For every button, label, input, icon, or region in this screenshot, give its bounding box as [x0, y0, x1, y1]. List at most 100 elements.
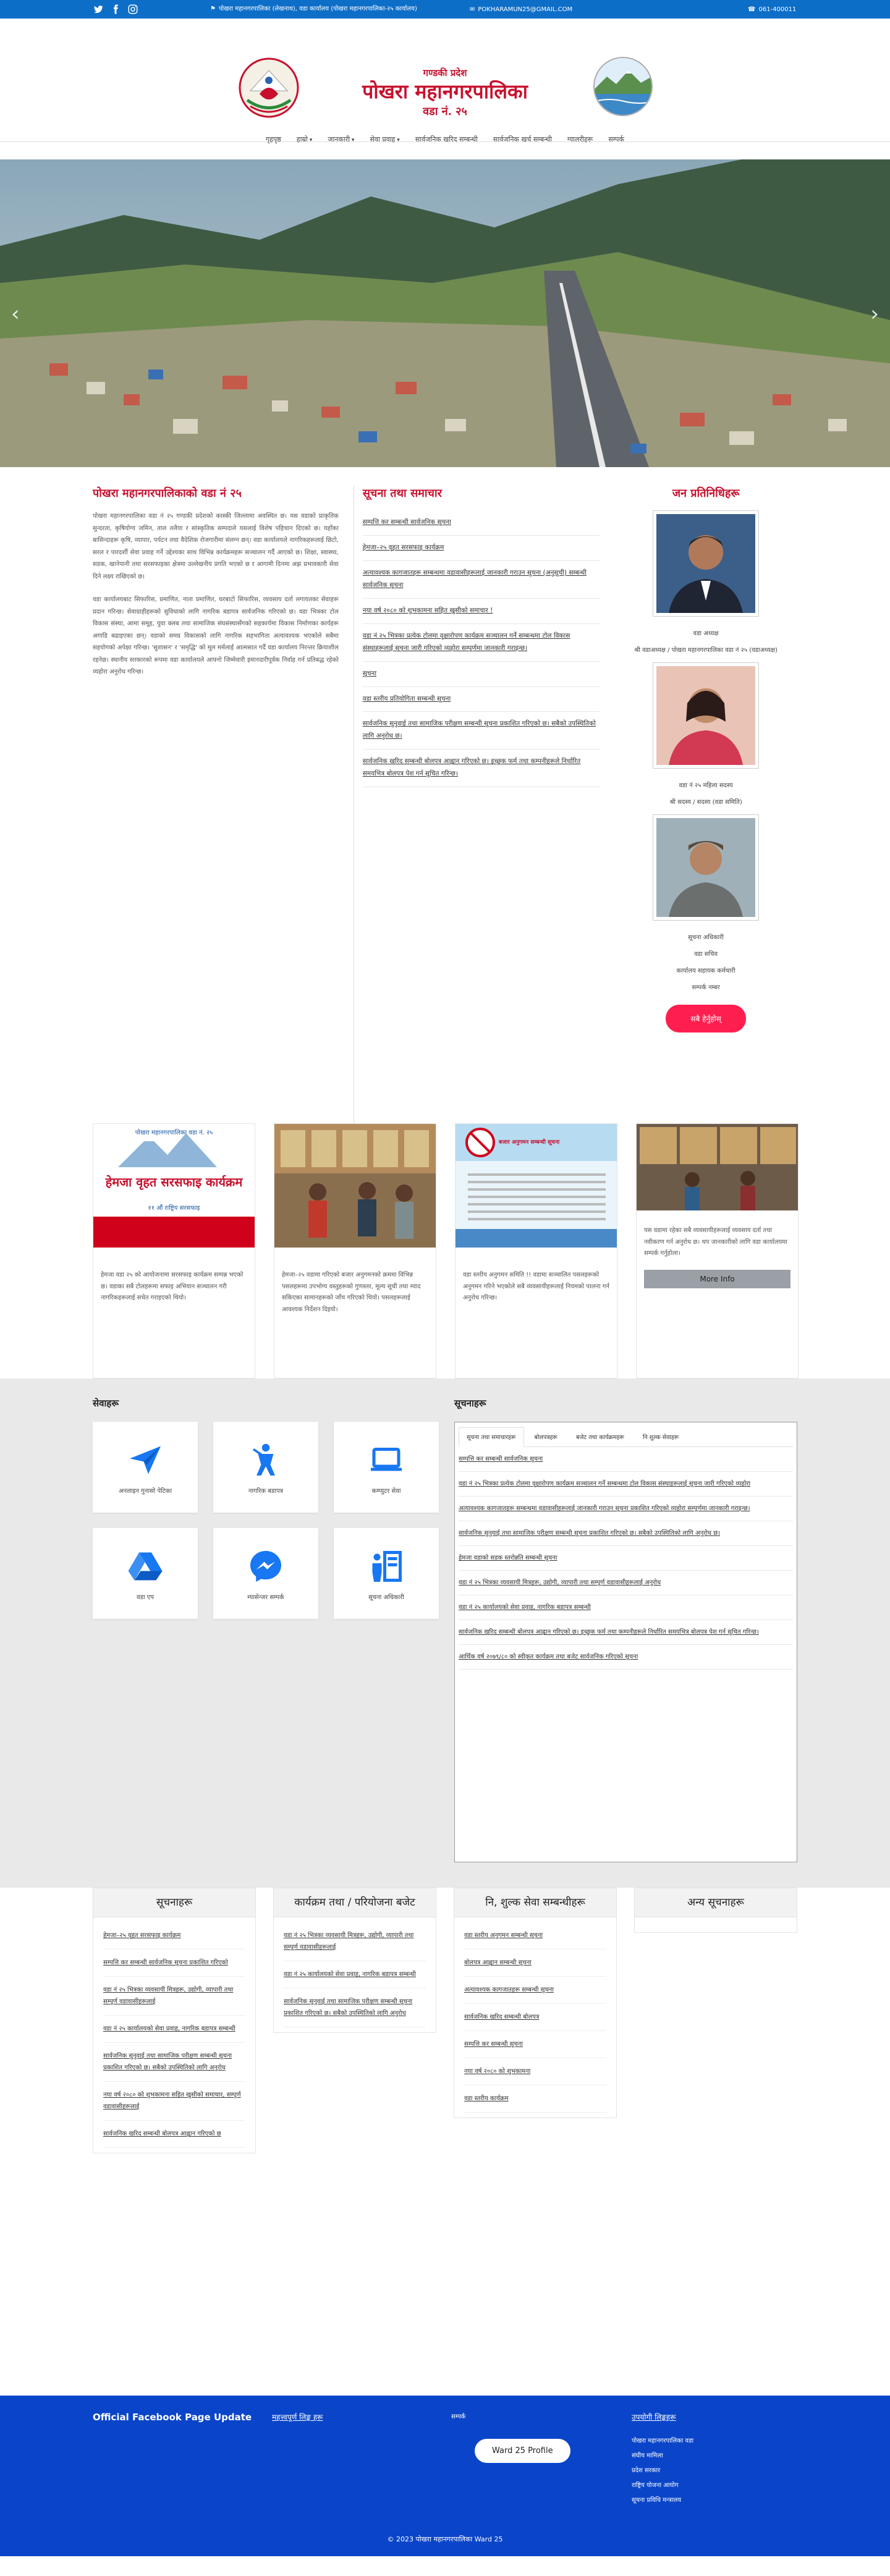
- nav-procurement[interactable]: सार्वजनिक खरिद सम्बन्धी: [415, 135, 478, 144]
- email[interactable]: ✉ POKHARAMUN25@GMAIL.COM: [470, 6, 748, 13]
- notice-item[interactable]: हेमजा–२५ वृहत सरसफाइ कार्यक्रम: [362, 536, 600, 561]
- nav-services[interactable]: सेवा प्रवाह: [370, 135, 399, 144]
- list-item[interactable]: सम्पत्ति कर सम्बन्धी सार्वजनिक सूचना प्र…: [103, 1949, 245, 1977]
- list-column-other: अन्य सूचनाहरू: [634, 1888, 797, 1933]
- list-item[interactable]: वडा स्तरीय अनुगमन सम्बन्धी सूचना: [464, 1922, 606, 1950]
- important-links-title[interactable]: महत्त्वपूर्ण लिङ्क हरू: [272, 2412, 323, 2422]
- nav-expenses[interactable]: सार्वजनिक खर्च सम्बन्धी: [493, 135, 552, 144]
- list-column-projects: कार्यक्रम तथा / परियोजना बजेट वडा नं २५ …: [273, 1888, 436, 2033]
- card-text: यस वडामा रहेका सबै व्यवसायीहरूलाई व्यवसा…: [644, 1227, 787, 1257]
- nepal-emblem-logo[interactable]: [238, 57, 300, 119]
- list-item[interactable]: सार्वजनिक खरिद सम्बन्धी बोलपत्र आह्वान ग…: [103, 2121, 245, 2148]
- tab-list-item[interactable]: वडा नं २५ भित्रका व्यवसायी मित्रहरू, उद्…: [459, 1571, 793, 1595]
- ward-profile-button[interactable]: Ward 25 Profile: [475, 2439, 570, 2463]
- tab-list-item[interactable]: आर्थिक वर्ष २०७९/८० को स्वीकृत कार्यक्रम…: [459, 1645, 793, 1670]
- about-column: पोखरा महानगरपालिकाको वडा नं २५ पोखरा महा…: [93, 486, 339, 1123]
- list-item[interactable]: नया वर्ष २०८० को शुभकामना सहित खुसीको सम…: [103, 2082, 245, 2121]
- footer-link[interactable]: पोखरा महानगरपालिका वडा: [632, 2436, 693, 2444]
- paper-plane-icon: [127, 1442, 164, 1479]
- notice-item[interactable]: वडा नं २५ भित्रका प्रत्येक टोलमा वृक्षार…: [362, 624, 600, 662]
- carousel-prev-icon[interactable]: ‹: [11, 302, 20, 326]
- phone[interactable]: ☎ 061-400011: [748, 6, 797, 13]
- tab-free-services[interactable]: नि शुल्क सेवाहरू: [635, 1427, 687, 1446]
- footer-link[interactable]: राष्ट्रिय योजना आयोग: [632, 2480, 693, 2489]
- facebook-icon[interactable]: [110, 4, 121, 15]
- card-text: हेमजा वडा २५ को आयोजनामा सरसफाइ कार्यक्र…: [101, 1272, 244, 1301]
- news-card[interactable]: बजार अनुगमन सम्बन्धी सूचना वडा स्तरीय अन…: [455, 1123, 617, 1379]
- list-item[interactable]: बोलपत्र आह्वान सम्बन्धी सूचना: [464, 1949, 606, 1977]
- service-info-officer[interactable]: सूचना अधिकारी: [334, 1528, 439, 1619]
- view-all-staff-button[interactable]: सबै हेर्नुहोस्: [666, 1005, 746, 1033]
- list-item[interactable]: वडा नं २५ भित्रका व्यवसायी मित्रहरू, उद्…: [103, 1977, 245, 2016]
- list-item[interactable]: वडा नं २५ कार्यालयको सेवा प्रवाह, नागरिक…: [103, 2016, 245, 2043]
- notice-item[interactable]: सार्वजनिक खरिद सम्बन्धी बोलपत्र आह्वान ग…: [362, 750, 600, 788]
- nav-gallery[interactable]: ग्यालरीहरू: [567, 135, 593, 144]
- category-lists: सूचनाहरू हेमजा–२५ वृहत सरसफाइ कार्यक्रम …: [0, 1888, 890, 2396]
- twitter-icon[interactable]: [93, 4, 104, 15]
- service-charter[interactable]: नागरिक बडापत्र: [213, 1422, 318, 1513]
- list-item[interactable]: सार्वजनिक सुनुवाई तथा सामाजिक परीक्षण सम…: [284, 1988, 426, 2028]
- list-column-title: कार्यक्रम तथा / परियोजना बजेट: [274, 1888, 436, 1918]
- poster-image: पोखरा महानगरपालिका वडा नं. २५ हेमजा वृहत…: [93, 1124, 255, 1248]
- top-bar: ⚑ पोखरा महानगरपालिका (लेखनाथ), वडा कार्या…: [0, 0, 890, 19]
- service-messenger[interactable]: म्यासेन्जर सम्पर्क: [213, 1528, 318, 1619]
- notices-tabs-section: सूचनाहरू सूचना तथा समाचारहरू बोलपत्रहरू …: [454, 1397, 797, 1869]
- list-column-notices: सूचनाहरू हेमजा–२५ वृहत सरसफाइ कार्यक्रम …: [93, 1888, 256, 2154]
- tab-list-item[interactable]: हेमजा वडाको सडक स्तरोन्नति सम्बन्धी सूचन…: [459, 1546, 793, 1571]
- footer-link[interactable]: संघीय मामिला: [632, 2451, 693, 2459]
- tab-tenders[interactable]: बोलपत्रहरू: [527, 1427, 566, 1446]
- notice-poster: बजार अनुगमन सम्बन्धी सूचना: [456, 1124, 617, 1248]
- news-card[interactable]: यस वडामा रहेका सबै व्यवसायीहरूलाई व्यवसा…: [636, 1123, 799, 1379]
- brand-title: गण्डकी प्रदेश पोखरा महानगरपालिका वडा नं.…: [337, 67, 553, 119]
- notice-item[interactable]: अत्यावश्यक कागजातहरू सम्बन्धमा वडावासीहर…: [362, 561, 600, 599]
- tab-news[interactable]: सूचना तथा समाचारहरू: [459, 1427, 524, 1447]
- notice-item[interactable]: सम्पत्ति कर सम्बन्धी सार्वजनिक सूचना: [362, 510, 600, 536]
- service-app[interactable]: वडा एप: [93, 1528, 198, 1619]
- notice-item[interactable]: सूचना: [362, 662, 600, 687]
- tab-list-item[interactable]: अत्यावश्यक कागजातहरू सम्बन्धमा वडावासीहर…: [459, 1497, 793, 1521]
- notices-column: सूचना तथा समाचार सम्पत्ति कर सम्बन्धी सा…: [353, 486, 600, 1123]
- list-item[interactable]: नया वर्ष २०८० को शुभकामना: [464, 2058, 606, 2086]
- list-item[interactable]: वडा स्तरीय कार्यक्रम: [464, 2085, 606, 2113]
- list-item[interactable]: वडा नं २५ कार्यालयको सेवा प्रवाह, नागरिक…: [284, 1961, 426, 1989]
- news-card[interactable]: हेमजा–२५ वडामा गरिएको बजार अनुगमनको क्रम…: [274, 1123, 436, 1379]
- staff-photo: [653, 662, 760, 769]
- notice-item[interactable]: नया वर्ष २०८० को शुभकामना सहित खुसीको सम…: [362, 599, 600, 624]
- notice-item[interactable]: सार्वजनिक सुनुवाई तथा सामाजिक परीक्षण सम…: [362, 712, 600, 750]
- tab-panel: सूचना तथा समाचारहरू बोलपत्रहरू बजेट तथा …: [454, 1422, 797, 1862]
- notice-item[interactable]: वडा स्तरीय प्रतियोगिता सम्बन्धी सूचना: [362, 687, 600, 712]
- list-item[interactable]: सार्वजनिक सुनुवाई तथा सामाजिक परीक्षण सम…: [103, 2043, 245, 2082]
- tab-list-item[interactable]: सार्वजनिक खरिद सम्बन्धी बोलपत्र आह्वान ग…: [459, 1620, 793, 1645]
- service-complaint[interactable]: अनलाइन गुनासो पेटिका: [93, 1422, 198, 1513]
- nav-contact[interactable]: सम्पर्क: [608, 135, 624, 144]
- news-card[interactable]: पोखरा महानगरपालिका वडा नं. २५ हेमजा वृहत…: [93, 1123, 255, 1379]
- tab-budget[interactable]: बजेट तथा कार्यक्रमहरू: [568, 1427, 632, 1446]
- poster-org: पोखरा महानगरपालिका वडा नं. २५: [135, 1130, 213, 1136]
- staff-detail: कार्यालय सहायक कर्मचारी: [676, 968, 735, 974]
- staff-role: वडा सचिव: [694, 951, 718, 958]
- nav-home[interactable]: गृहपृष्ठ: [266, 135, 281, 144]
- service-computer[interactable]: कम्प्युटर सेवा: [334, 1422, 439, 1513]
- instagram-icon[interactable]: [127, 4, 138, 15]
- tab-list-item[interactable]: सार्वजनिक सुनुवाई तथा सामाजिक परीक्षण सम…: [459, 1521, 793, 1546]
- more-info-button[interactable]: More Info: [644, 1269, 790, 1288]
- nav-about[interactable]: हाम्रो: [297, 135, 313, 144]
- contact-title: सम्पर्क: [451, 2413, 466, 2420]
- list-item[interactable]: अत्यावश्यक कागजातहरू सम्बन्धी सूचना: [464, 1977, 606, 2004]
- list-item[interactable]: सार्वजनिक खरिद सम्बन्धी बोलपत्र: [464, 2004, 606, 2032]
- mail-icon: ✉: [470, 6, 475, 13]
- tab-list-item[interactable]: सम्पत्ति कर सम्बन्धी सार्वजनिक सूचना: [459, 1447, 793, 1472]
- list-item[interactable]: हेमजा–२५ वृहत सरसफाइ कार्यक्रम: [103, 1922, 245, 1950]
- nav-info[interactable]: जानकारी: [328, 135, 354, 144]
- list-item[interactable]: वडा नं २५ भित्रका व्यवसायी मित्रहरू, उद्…: [284, 1922, 426, 1962]
- staff-detail: सम्पर्क नम्बर: [692, 984, 720, 991]
- tab-list-item[interactable]: वडा नं २५ भित्रका प्रत्येक टोलमा वृक्षार…: [459, 1472, 793, 1497]
- carousel-next-icon[interactable]: ›: [870, 302, 879, 326]
- services-title: सेवाहरू: [93, 1398, 119, 1409]
- list-item[interactable]: सम्पत्ति कर सम्बन्धी सूचना: [464, 2031, 606, 2059]
- province-label: गण्डकी प्रदेश: [423, 67, 467, 78]
- phone-text: 061-400011: [758, 6, 797, 13]
- footer-link[interactable]: सूचना प्रविधि मन्त्रालय: [632, 2495, 693, 2504]
- tab-list-item[interactable]: वडा नं २५ कार्यालयको सेवा प्रवाह, नागरिक…: [459, 1595, 793, 1620]
- footer-link[interactable]: प्रदेश सरकार: [632, 2465, 693, 2474]
